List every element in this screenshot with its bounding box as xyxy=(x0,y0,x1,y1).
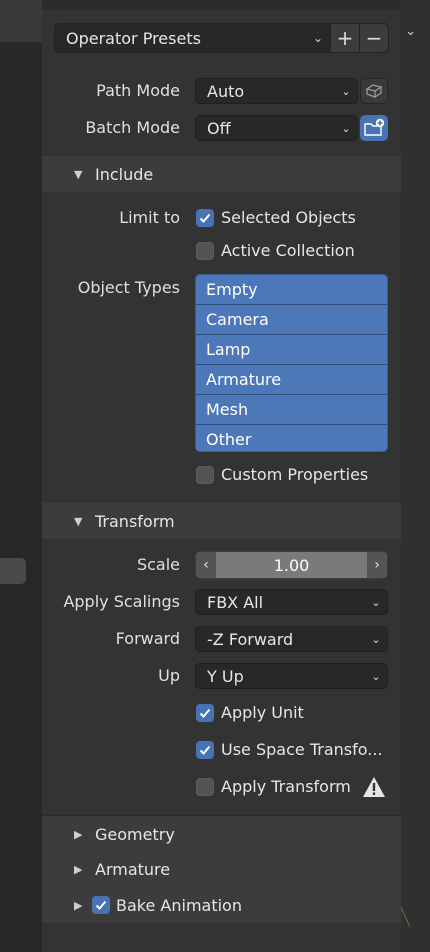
triangle-down-icon: ▼ xyxy=(74,514,83,528)
batch-mode-dropdown[interactable]: Off ⌄ xyxy=(195,115,358,141)
armature-section-header[interactable]: ▶ Armature xyxy=(42,851,401,887)
chevron-down-icon: ⌄ xyxy=(371,669,381,683)
embed-textures-toggle[interactable] xyxy=(360,78,388,104)
apply-scalings-label: Apply Scalings xyxy=(63,592,180,611)
include-section-title: Include xyxy=(95,164,154,184)
apply-transform-label: Apply Transform xyxy=(221,777,351,796)
transform-section-header[interactable]: ▼ Transform xyxy=(42,503,401,539)
fbx-export-options-panel: Operator Presets ⌄ + − Path Mode Auto ⌄ … xyxy=(42,10,401,952)
triangle-right-icon: ▶ xyxy=(74,827,83,841)
scale-value[interactable]: 1.00 xyxy=(216,552,367,578)
custom-properties-checkbox[interactable]: Custom Properties xyxy=(196,465,368,484)
armature-section-title: Armature xyxy=(95,859,171,879)
forward-value: -Z Forward xyxy=(207,629,294,649)
triangle-down-icon: ▼ xyxy=(74,167,83,181)
include-section-header[interactable]: ▼ Include xyxy=(42,156,401,192)
forward-dropdown[interactable]: -Z Forward ⌄ xyxy=(195,626,388,652)
chevron-down-icon[interactable]: ⌄ xyxy=(405,24,416,39)
batch-mode-label: Batch Mode xyxy=(85,118,180,137)
active-collection-label: Active Collection xyxy=(221,241,355,260)
operator-presets-bar: Operator Presets ⌄ + − xyxy=(54,23,389,53)
selected-objects-label: Selected Objects xyxy=(221,208,356,227)
up-label: Up xyxy=(158,666,180,685)
checkbox-checked-icon xyxy=(196,740,214,759)
background-header xyxy=(0,0,42,42)
object-type-other[interactable]: Other xyxy=(196,425,387,451)
active-collection-checkbox[interactable]: Active Collection xyxy=(196,241,355,260)
use-space-transform-label: Use Space Transfo... xyxy=(221,740,383,759)
scale-label: Scale xyxy=(136,555,180,574)
remove-preset-button[interactable]: − xyxy=(359,24,388,52)
increment-arrow-icon[interactable]: › xyxy=(367,557,387,573)
checkbox-checked-icon xyxy=(196,208,214,227)
batch-own-dir-toggle[interactable] xyxy=(360,115,388,141)
new-folder-icon xyxy=(364,118,385,136)
path-mode-value: Auto xyxy=(207,81,245,101)
add-preset-button[interactable]: + xyxy=(330,24,359,52)
operator-presets-dropdown[interactable]: Operator Presets xyxy=(55,29,306,48)
object-type-mesh[interactable]: Mesh xyxy=(196,395,387,425)
bake-animation-checkbox[interactable] xyxy=(92,896,110,914)
batch-mode-value: Off xyxy=(207,118,231,138)
apply-unit-label: Apply Unit xyxy=(221,703,304,722)
bake-animation-section-header[interactable]: ▶ Bake Animation xyxy=(42,887,401,923)
background-selected-row xyxy=(0,558,26,584)
forward-label: Forward xyxy=(115,629,180,648)
up-dropdown[interactable]: Y Up ⌄ xyxy=(195,663,388,689)
object-types-label: Object Types xyxy=(77,278,180,297)
path-mode-label: Path Mode xyxy=(96,81,180,100)
object-types-list: Empty Camera Lamp Armature Mesh Other xyxy=(195,274,388,452)
path-mode-dropdown[interactable]: Auto ⌄ xyxy=(195,78,358,104)
apply-unit-checkbox[interactable]: Apply Unit xyxy=(196,703,304,722)
selected-objects-checkbox[interactable]: Selected Objects xyxy=(196,208,356,227)
triangle-right-icon: ▶ xyxy=(74,898,83,912)
object-type-empty[interactable]: Empty xyxy=(196,275,387,305)
checkbox-unchecked-icon xyxy=(196,241,214,260)
warning-icon xyxy=(363,777,385,797)
checkbox-unchecked-icon xyxy=(196,777,214,796)
apply-transform-checkbox[interactable]: Apply Transform xyxy=(196,777,351,796)
apply-scalings-dropdown[interactable]: FBX All ⌄ xyxy=(195,589,388,615)
limit-to-label: Limit to xyxy=(119,208,180,227)
chevron-down-icon: ⌄ xyxy=(341,84,351,98)
custom-properties-label: Custom Properties xyxy=(221,465,369,484)
checkbox-checked-icon xyxy=(196,703,214,722)
chevron-down-icon: ⌄ xyxy=(371,632,381,646)
chevron-down-icon: ⌄ xyxy=(371,595,381,609)
transform-section-title: Transform xyxy=(95,511,175,531)
bake-animation-section-title: Bake Animation xyxy=(116,895,242,915)
geometry-section-header[interactable]: ▶ Geometry xyxy=(42,815,401,852)
triangle-right-icon: ▶ xyxy=(74,862,83,876)
object-type-lamp[interactable]: Lamp xyxy=(196,335,387,365)
object-type-camera[interactable]: Camera xyxy=(196,305,387,335)
object-type-armature[interactable]: Armature xyxy=(196,365,387,395)
background-right-area: ⌄ xyxy=(392,0,430,952)
apply-scalings-value: FBX All xyxy=(207,592,264,612)
use-space-transform-checkbox[interactable]: Use Space Transfo... xyxy=(196,740,383,759)
package-icon xyxy=(365,84,383,98)
decrement-arrow-icon[interactable]: ‹ xyxy=(196,557,216,573)
geometry-section-title: Geometry xyxy=(95,824,175,844)
up-value: Y Up xyxy=(207,666,244,686)
scale-field[interactable]: ‹ 1.00 › xyxy=(195,551,388,579)
background-file-list xyxy=(0,0,42,952)
chevron-down-icon: ⌄ xyxy=(341,121,351,135)
checkbox-unchecked-icon xyxy=(196,465,214,484)
chevron-down-icon[interactable]: ⌄ xyxy=(306,31,330,45)
